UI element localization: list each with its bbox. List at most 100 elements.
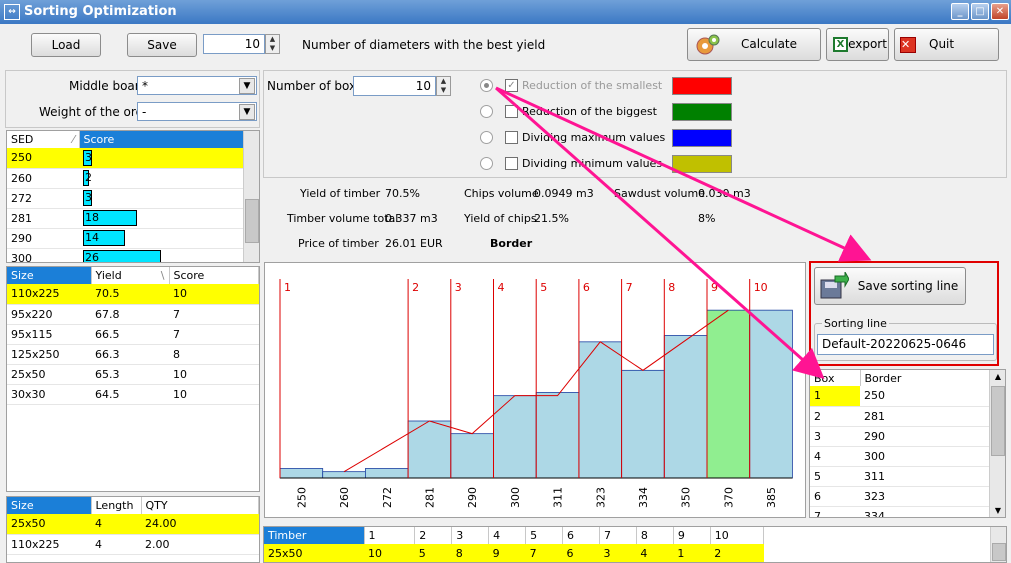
load-button[interactable]: Load: [31, 33, 101, 57]
box-scrollbar[interactable]: ▲ ▼: [989, 370, 1005, 517]
order-table: Size Length QTY 25x50 4 24.00 110x225 4 2.00: [6, 496, 260, 563]
sed-cell: 290: [7, 228, 79, 249]
sed-row[interactable]: 272 3: [7, 188, 259, 209]
box-number-header[interactable]: 10: [710, 527, 765, 544]
yield-cell: 67.8: [91, 304, 169, 325]
middle-board-value: *: [142, 79, 148, 93]
order-row[interactable]: 110x225 4 2.00: [7, 534, 259, 555]
boxes-spinner[interactable]: ▲ ▼: [436, 76, 451, 96]
maximize-button[interactable]: □: [971, 3, 989, 20]
box-column-header[interactable]: Box: [810, 370, 861, 386]
box-value-cell: 8: [451, 544, 489, 562]
sed-row[interactable]: 281 18: [7, 208, 259, 229]
boxes-input[interactable]: 10: [353, 76, 436, 96]
chart-bar: [578, 341, 622, 479]
box-row[interactable]: 2 281: [810, 406, 1005, 427]
size-row[interactable]: 30x30 64.5 10: [7, 384, 259, 405]
sorting-line-input[interactable]: Default-20220625-0646: [817, 334, 994, 355]
box-number-header[interactable]: 9: [673, 527, 711, 544]
border-cell: 334: [860, 506, 1005, 517]
timber-column-header[interactable]: Timber: [264, 527, 365, 544]
yield-cell: 66.5: [91, 324, 169, 345]
order-row[interactable]: 25x50 4 24.00: [7, 514, 259, 535]
option-checkbox[interactable]: ✓: [505, 79, 518, 92]
box-row[interactable]: 7 334: [810, 506, 1005, 517]
option-checkbox[interactable]: [505, 131, 518, 144]
box-number-header[interactable]: 1: [364, 527, 416, 544]
option-radio[interactable]: [480, 157, 493, 170]
timber-row[interactable]: 25x50 10 5 8 9 7 6 3 4 1 2: [264, 544, 764, 562]
size-row[interactable]: 95x220 67.8 7: [7, 304, 259, 325]
sed-scrollbar[interactable]: [243, 131, 259, 262]
title-bar: ↔ Sorting Optimization _ □ ✕: [0, 0, 1011, 24]
box-row[interactable]: 6 323: [810, 486, 1005, 507]
quit-button[interactable]: ✕ Quit: [894, 28, 999, 61]
weight-select[interactable]: - ▼: [137, 102, 257, 121]
chart-bar: [535, 392, 580, 479]
box-row[interactable]: 1 250: [810, 386, 1005, 407]
size-row[interactable]: 95x115 66.5 7: [7, 324, 259, 345]
border-cell: 300: [860, 446, 1005, 467]
yield-cell: 65.3: [91, 364, 169, 385]
diameters-input[interactable]: 10: [203, 34, 265, 54]
score-cell: 10: [169, 384, 259, 405]
box-number-header[interactable]: 8: [636, 527, 674, 544]
option-color-swatch[interactable]: [672, 129, 732, 147]
order-size-header[interactable]: Size: [7, 497, 92, 514]
size-row[interactable]: 25x50 65.3 10: [7, 364, 259, 385]
timber-scrollbar[interactable]: [990, 527, 1006, 562]
chart-bar: [322, 471, 366, 479]
border-column-header[interactable]: Border: [860, 370, 1005, 386]
box-table: Box Border 1 250 2 281 3 290 4 300 5 311 6 323 7 334 …: [809, 369, 1006, 518]
x-tick-label: 350: [680, 487, 693, 508]
box-number-header[interactable]: 7: [599, 527, 637, 544]
box-row[interactable]: 3 290: [810, 426, 1005, 447]
box-number-header[interactable]: 5: [525, 527, 564, 544]
chevron-down-icon[interactable]: ▼: [239, 78, 255, 94]
yield-column-header[interactable]: Yield \: [91, 267, 170, 284]
option-radio[interactable]: [480, 105, 493, 118]
size-column-header[interactable]: Size: [7, 267, 92, 284]
sed-row[interactable]: 300 26: [7, 248, 259, 262]
option-radio[interactable]: [480, 131, 493, 144]
diameters-spinner[interactable]: ▲ ▼: [265, 34, 280, 54]
sed-row[interactable]: 250 3: [7, 148, 259, 169]
box-number-header[interactable]: 3: [451, 527, 490, 544]
option-color-swatch[interactable]: [672, 77, 732, 95]
option-radio[interactable]: [480, 79, 493, 92]
sed-row[interactable]: 260 2: [7, 168, 259, 189]
option-color-swatch[interactable]: [672, 103, 732, 121]
save-sorting-line-button[interactable]: Save sorting line: [814, 267, 966, 305]
box-number-header[interactable]: 6: [562, 527, 600, 544]
box-cell: 1: [810, 386, 860, 407]
size-cell: 25x50: [7, 514, 91, 535]
option-checkbox[interactable]: [505, 157, 518, 170]
qty-column-header[interactable]: QTY: [141, 497, 259, 514]
minimize-button[interactable]: _: [951, 3, 969, 20]
export-button[interactable]: X export: [826, 28, 889, 61]
box-number-header[interactable]: 2: [414, 527, 453, 544]
yield-cell: 64.5: [91, 384, 169, 405]
box-number-label: 3: [455, 281, 462, 294]
size-table: Size Yield \ Score 110x225 70.5 10 95x220 67.…: [6, 266, 260, 492]
calculate-button[interactable]: Calculate: [687, 28, 821, 61]
box-cell: 2: [810, 406, 860, 427]
box-row[interactable]: 5 311: [810, 466, 1005, 487]
box-number-header[interactable]: 4: [488, 527, 527, 544]
size-row[interactable]: 125x250 66.3 8: [7, 344, 259, 365]
size-row[interactable]: 110x225 70.5 10: [7, 284, 259, 305]
sed-column-header[interactable]: SED ⁄: [7, 131, 80, 148]
box-cell: 6: [810, 486, 860, 507]
close-button[interactable]: ✕: [991, 3, 1009, 20]
option-color-swatch[interactable]: [672, 155, 732, 173]
box-row[interactable]: 4 300: [810, 446, 1005, 467]
score-column-header[interactable]: Score: [79, 131, 259, 148]
middle-board-select[interactable]: * ▼: [137, 76, 257, 95]
box-cell: 3: [810, 426, 860, 447]
score-column-header[interactable]: Score: [169, 267, 259, 284]
sed-row[interactable]: 290 14: [7, 228, 259, 249]
save-button[interactable]: Save: [127, 33, 197, 57]
option-checkbox[interactable]: [505, 105, 518, 118]
chevron-down-icon[interactable]: ▼: [239, 104, 255, 120]
length-column-header[interactable]: Length: [91, 497, 142, 514]
